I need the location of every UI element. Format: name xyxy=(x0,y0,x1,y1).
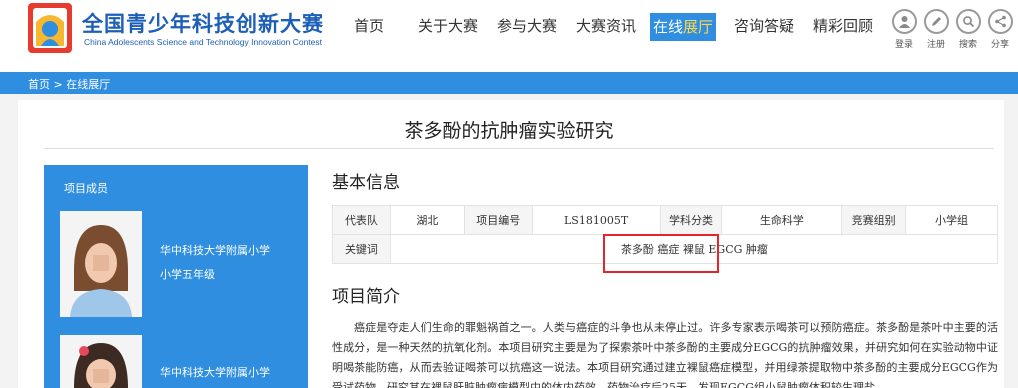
team-value: 湖北 xyxy=(389,205,465,235)
breadcrumb-separator: > xyxy=(50,78,67,91)
members-heading: 项目成员 xyxy=(64,182,108,195)
site-subtitle: China Adolescents Science and Technology… xyxy=(84,37,323,47)
nav-news[interactable]: 大赛资讯 xyxy=(576,16,636,36)
nav-online-exhibition-label-b: 展厅 xyxy=(683,18,714,36)
member-photo[interactable] xyxy=(60,211,142,317)
table-row: 代表队 湖北 项目编号 LS181005T 学科分类 生命科学 竞赛组别 小学组 xyxy=(332,205,998,235)
group-label: 竞赛组别 xyxy=(841,205,907,235)
code-label: 项目编号 xyxy=(463,205,533,235)
code-value: LS181005T xyxy=(531,205,661,235)
members-panel: 项目成员 华中科技大学附属小学 小学五年级 华中科技大学附属小学 xyxy=(44,165,308,388)
member-grade: 小学五年级 xyxy=(160,268,215,281)
nav-about[interactable]: 关于大赛 xyxy=(418,16,478,36)
search-icon xyxy=(955,9,981,34)
breadcrumb: 首页 > 在线展厅 xyxy=(28,76,110,92)
nav-qa[interactable]: 咨询答疑 xyxy=(734,16,794,36)
login-label: 登录 xyxy=(894,40,913,50)
title-divider xyxy=(44,148,994,149)
member-avatar-icon xyxy=(60,335,142,388)
pencil-icon xyxy=(923,9,949,34)
search-label: 搜索 xyxy=(958,40,977,50)
share-label: 分享 xyxy=(990,40,1009,50)
member-avatar-icon xyxy=(60,211,142,317)
nav-home[interactable]: 首页 xyxy=(354,16,384,36)
member-school: 华中科技大学附属小学 xyxy=(160,366,270,379)
register-button[interactable]: 注册 xyxy=(922,9,950,50)
share-button[interactable]: 分享 xyxy=(986,9,1014,50)
nav-participate[interactable]: 参与大赛 xyxy=(497,16,557,36)
subject-value: 生命科学 xyxy=(721,205,843,235)
keywords-label: 关键词 xyxy=(332,234,391,264)
login-button[interactable]: 登录 xyxy=(890,9,918,50)
basic-info-heading: 基本信息 xyxy=(332,173,400,193)
nav-online-exhibition-label-a: 在线 xyxy=(653,18,684,36)
site-header: 全国青少年科技创新大赛 China Adolescents Science an… xyxy=(0,0,1018,72)
intro-text: 癌症是夺走人们生命的罪魁祸首之一。人类与癌症的斗争也从未停止过。许多专家表示喝茶… xyxy=(332,321,998,388)
site-title[interactable]: 全国青少年科技创新大赛 xyxy=(82,8,324,38)
breadcrumb-bar: 首页 > 在线展厅 xyxy=(0,72,1018,94)
share-icon xyxy=(987,9,1013,34)
group-value: 小学组 xyxy=(905,205,998,235)
register-label: 注册 xyxy=(926,40,945,50)
nav-review[interactable]: 精彩回顾 xyxy=(813,16,873,36)
nav-online-exhibition[interactable]: 在线展厅 xyxy=(650,13,717,41)
member-school: 华中科技大学附属小学 xyxy=(160,244,270,257)
intro-heading: 项目简介 xyxy=(332,287,400,307)
user-icon xyxy=(891,9,917,34)
highlight-annotation-box xyxy=(603,234,719,273)
team-label: 代表队 xyxy=(332,205,391,235)
contest-logo-icon[interactable] xyxy=(27,2,73,54)
search-button[interactable]: 搜索 xyxy=(954,9,982,50)
member-photo[interactable] xyxy=(60,335,142,388)
subject-label: 学科分类 xyxy=(659,205,723,235)
page-title: 茶多酚的抗肿瘤实验研究 xyxy=(404,120,614,142)
breadcrumb-current[interactable]: 在线展厅 xyxy=(66,78,110,91)
breadcrumb-home[interactable]: 首页 xyxy=(28,78,50,91)
